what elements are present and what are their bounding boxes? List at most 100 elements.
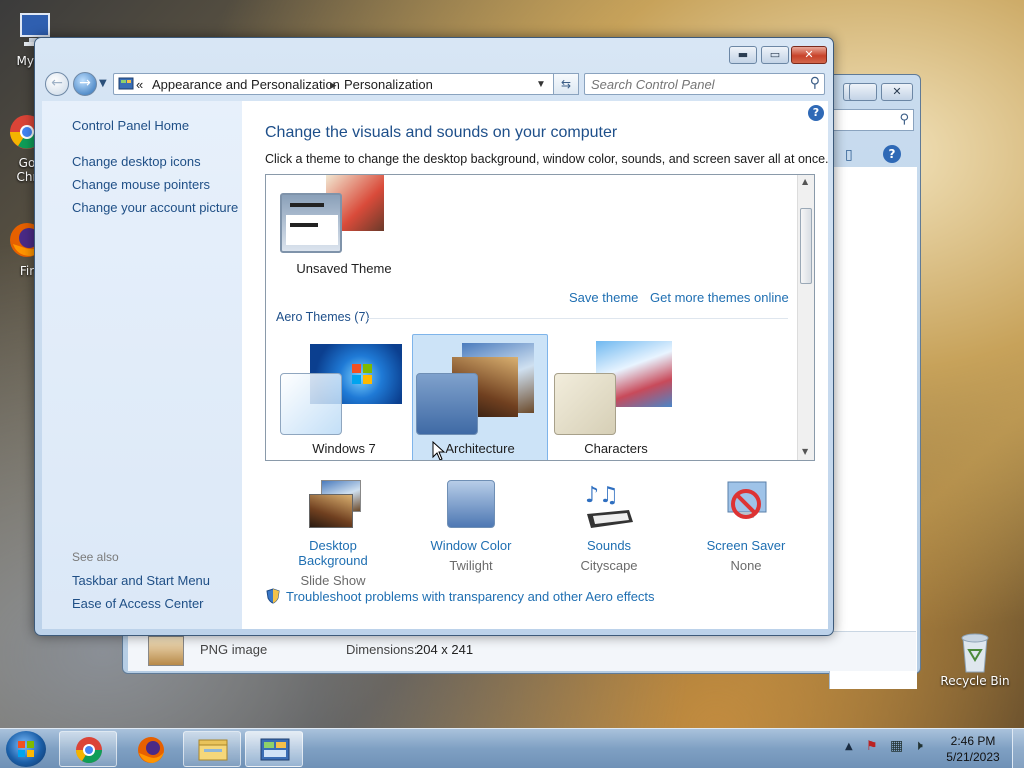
unsaved-theme-thumbnail[interactable] — [280, 175, 386, 255]
forward-button[interactable]: → — [73, 72, 97, 96]
get-more-themes-link[interactable]: Get more themes online — [650, 290, 789, 305]
windows7-window-preview — [280, 373, 342, 435]
theme-architecture[interactable] — [416, 339, 542, 435]
chrome-icon — [75, 737, 103, 764]
breadcrumb-separator-icon[interactable]: ▸ — [330, 77, 337, 93]
folder-icon — [198, 739, 228, 761]
taskbar-chrome-button[interactable] — [59, 731, 117, 767]
breadcrumb-appearance[interactable]: Appearance and Personalization — [152, 77, 340, 92]
address-overflow[interactable]: « — [136, 77, 143, 92]
troubleshoot-link[interactable]: Troubleshoot problems with transparency … — [286, 589, 655, 604]
screen-saver-link[interactable]: Screen Saver — [686, 538, 806, 553]
details-pane: PNG image Dimensions: 204 x 241 — [128, 631, 916, 671]
recycle-bin-icon — [955, 630, 995, 673]
show-hidden-icons[interactable]: ▲ — [845, 741, 853, 752]
svg-text:♪♫: ♪♫ — [585, 483, 619, 508]
window-color-setting[interactable]: Window Color Twilight — [411, 480, 531, 573]
architecture-window-preview — [416, 373, 478, 435]
search-box[interactable]: ⚲ — [584, 73, 825, 95]
desktop-icon-recycle-bin[interactable]: Recycle Bin — [940, 630, 1010, 688]
search-input[interactable] — [591, 76, 791, 92]
taskbar-control-panel-button[interactable] — [245, 731, 303, 767]
taskbar: ▲ ⚑ ▦ 🕨 2:46 PM 5/21/2023 — [0, 728, 1024, 768]
scroll-up-icon[interactable]: ▲ — [802, 177, 808, 186]
taskbar-firefox-button[interactable] — [121, 731, 179, 767]
aero-themes-heading: Aero Themes (7) — [276, 310, 370, 324]
page-description: Click a theme to change the desktop back… — [265, 152, 829, 166]
control-panel-icon — [118, 76, 134, 90]
dimensions-label: Dimensions: — [346, 642, 418, 657]
window-color-icon — [443, 480, 499, 532]
clock[interactable]: 2:46 PM 5/21/2023 — [940, 733, 1006, 765]
content-pane: ? Change the visuals and sounds on your … — [242, 101, 829, 629]
action-center-icon[interactable]: ⚑ — [866, 739, 878, 754]
sounds-setting[interactable]: ♪♫ Sounds Cityscape — [549, 480, 669, 573]
preview-pane-icon[interactable]: ▯ — [845, 147, 853, 163]
address-bar[interactable]: « Appearance and Personalization ▸ Perso… — [113, 73, 579, 95]
bg-restore-button[interactable] — [849, 83, 877, 101]
screen-saver-setting[interactable]: Screen Saver None — [686, 480, 806, 573]
address-dropdown-icon[interactable]: ▼ — [536, 79, 546, 90]
recent-pages-dropdown[interactable]: ▼ — [99, 78, 107, 89]
change-account-picture-link[interactable]: Change your account picture — [72, 200, 238, 215]
desktop-background-icon — [305, 480, 361, 532]
left-pane: Control Panel Home Change desktop icons … — [42, 101, 242, 629]
sounds-link[interactable]: Sounds — [549, 538, 669, 553]
bg-close-button[interactable]: ✕ — [881, 83, 913, 101]
desktop-icon-label: Recycle Bin — [940, 674, 1010, 688]
clock-time: 2:46 PM — [950, 734, 996, 748]
windows-logo-icon — [18, 741, 34, 757]
search-icon[interactable]: ⚲ — [810, 75, 820, 91]
refresh-button[interactable]: ⇆ — [553, 73, 579, 95]
scrollbar-thumb[interactable] — [800, 208, 812, 284]
window-color-link[interactable]: Window Color — [411, 538, 531, 553]
page-title: Change the visuals and sounds on your co… — [265, 124, 618, 141]
file-thumbnail — [148, 636, 184, 666]
network-icon[interactable]: ▦ — [890, 738, 903, 754]
theme-windows7[interactable] — [280, 343, 404, 435]
breadcrumb-personalization[interactable]: Personalization — [344, 77, 433, 92]
desktop-background-value: Slide Show — [300, 573, 366, 588]
sounds-icon: ♪♫ — [581, 480, 637, 532]
volume-muted-icon[interactable]: 🕨 — [914, 738, 923, 754]
ease-of-access-link[interactable]: Ease of Access Center — [72, 596, 204, 611]
desktop-background-link[interactable]: Desktop Background — [273, 538, 393, 568]
back-button[interactable]: ← — [45, 72, 69, 96]
theme-list[interactable]: Unsaved Theme Save theme Get more themes… — [265, 174, 815, 461]
taskbar-start-menu-link[interactable]: Taskbar and Start Menu — [72, 573, 210, 588]
theme-windows7-label[interactable]: Windows 7 — [280, 441, 408, 456]
save-theme-link[interactable]: Save theme — [569, 290, 638, 305]
close-button[interactable]: ✕ — [791, 46, 827, 64]
unsaved-theme-label[interactable]: Unsaved Theme — [280, 261, 408, 276]
window-color-value: Twilight — [449, 558, 493, 573]
control-panel-home-link[interactable]: Control Panel Home — [72, 118, 189, 133]
bg-search-box[interactable]: ⚲ — [828, 109, 914, 131]
personalization-window[interactable]: ▬ ▭ ✕ ← → ▼ « Appearance and Personaliza… — [34, 37, 834, 636]
characters-window-preview — [554, 373, 616, 435]
search-icon: ⚲ — [899, 112, 909, 127]
change-mouse-pointers-link[interactable]: Change mouse pointers — [72, 177, 210, 192]
change-desktop-icons-link[interactable]: Change desktop icons — [72, 154, 201, 169]
theme-window-preview — [280, 193, 342, 253]
minimize-button[interactable]: ▬ — [729, 46, 757, 64]
sounds-value: Cityscape — [580, 558, 638, 573]
firefox-icon — [138, 737, 164, 763]
scroll-down-icon[interactable]: ▼ — [802, 447, 808, 456]
desktop-icon-label: Fir — [19, 264, 35, 278]
shield-icon — [265, 588, 281, 604]
clock-date: 5/21/2023 — [946, 750, 1000, 764]
taskbar-explorer-button[interactable] — [183, 731, 241, 767]
help-icon[interactable]: ? — [808, 105, 824, 121]
see-also-heading: See also — [72, 550, 119, 564]
screen-saver-icon — [718, 480, 774, 532]
maximize-button[interactable]: ▭ — [761, 46, 789, 64]
show-desktop-button[interactable] — [1012, 729, 1024, 768]
theme-characters-label[interactable]: Characters — [552, 441, 680, 456]
file-type: PNG image — [200, 642, 268, 657]
help-icon[interactable]: ? — [883, 145, 901, 163]
theme-list-scrollbar[interactable]: ▲ ▼ — [797, 175, 814, 460]
desktop-background-setting[interactable]: Desktop Background Slide Show — [273, 480, 393, 588]
control-panel-icon — [260, 738, 290, 761]
theme-characters[interactable] — [554, 339, 680, 435]
start-button[interactable] — [6, 731, 46, 767]
